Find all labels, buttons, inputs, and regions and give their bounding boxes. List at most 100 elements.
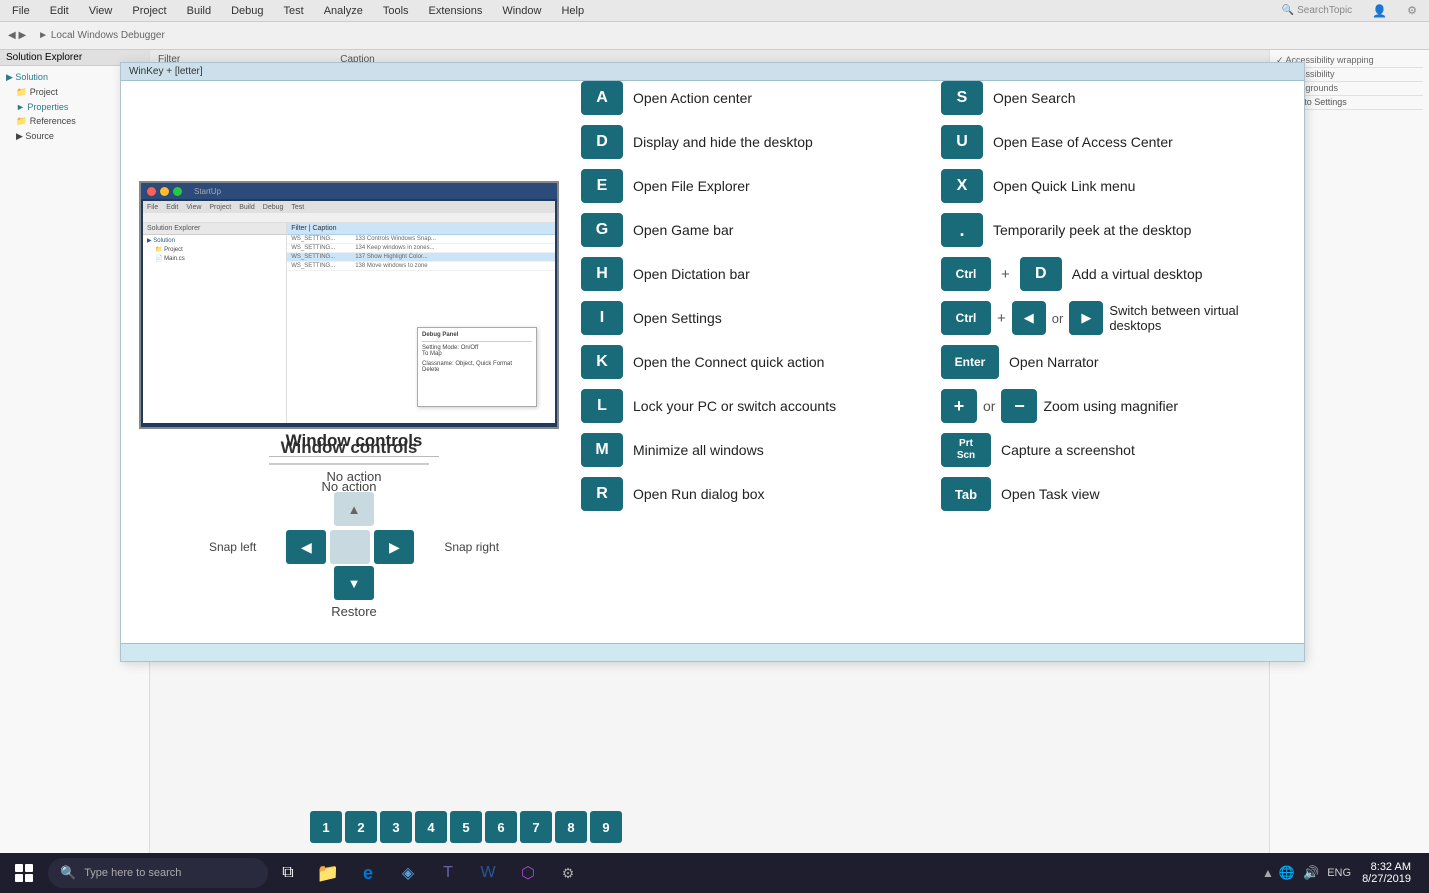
misc-taskbar-btn[interactable]: ⚙ (548, 853, 588, 893)
toolbar: ◀ ▶ ► Local Windows Debugger (0, 22, 1429, 50)
snap-right-label: Snap right (444, 540, 499, 554)
sc-sub-panel-content: Delete (422, 367, 532, 373)
menu-edit[interactable]: Edit (46, 3, 73, 19)
shortcut-H: H Open Dictation bar (581, 257, 901, 291)
sc-list-row-selected: WS_SETTING...137 Show Highlight Color... (287, 253, 555, 262)
volume-icon[interactable]: 🔊 (1300, 865, 1322, 881)
teams-icon: T (443, 864, 453, 882)
taskbar-search-icon: 🔍 (60, 865, 76, 881)
page-btn-5[interactable]: 5 (450, 811, 482, 843)
shortcut-row-4: G Open Game bar . Temporarily peek at th… (581, 213, 1291, 247)
vs-taskbar-btn[interactable]: ⬡ (508, 853, 548, 893)
key-L: L (581, 389, 623, 423)
page-btn-8[interactable]: 8 (555, 811, 587, 843)
shortcut-row-10: R Open Run dialog box Tab Open Task view (581, 477, 1291, 511)
start-button[interactable] (0, 853, 48, 893)
key-K: K (581, 345, 623, 379)
taskbar-search-box[interactable]: 🔍 Type here to search (48, 858, 268, 888)
menu-window[interactable]: Window (498, 3, 545, 19)
label-A: Open Action center (633, 90, 752, 106)
word-icon: W (480, 864, 495, 882)
shortcut-M: M Minimize all windows (581, 433, 901, 467)
maximize-btn (173, 187, 182, 196)
key-enter: Enter (941, 345, 999, 379)
word-taskbar-btn[interactable]: W (468, 853, 508, 893)
page-btn-2[interactable]: 2 (345, 811, 377, 843)
page-btn-9[interactable]: 9 (590, 811, 622, 843)
sc-sub-panel: Debug Panel Setting Mode: On/Off To Map … (417, 327, 537, 407)
edge-icon: e (363, 863, 373, 884)
snap-right-btn[interactable]: ▶ (374, 530, 414, 564)
clock-display[interactable]: 8:32 AM 8/27/2019 (1356, 861, 1417, 885)
sc-toolbar (143, 213, 555, 223)
snap-left-btn[interactable]: ◀ (286, 530, 326, 564)
label-period: Temporarily peek at the desktop (993, 222, 1191, 238)
page-btn-4[interactable]: 4 (415, 811, 447, 843)
menu-extensions[interactable]: Extensions (425, 3, 487, 19)
input-indicator[interactable]: ENG (1324, 867, 1354, 879)
file-explorer-taskbar-btn[interactable]: 📁 (308, 853, 348, 893)
key-D2: D (1020, 257, 1062, 291)
menu-file[interactable]: File (8, 3, 34, 19)
shortcut-zoom: + or − Zoom using magnifier (941, 389, 1261, 423)
shortcut-row-6: I Open Settings Ctrl + ◀ or ▶ Switch bet… (581, 301, 1291, 335)
settings-icon[interactable]: ⚙ (1403, 2, 1421, 19)
page-btn-7[interactable]: 7 (520, 811, 552, 843)
shortcut-row-8: L Lock your PC or switch accounts + or −… (581, 389, 1291, 423)
page-navigation: 1 2 3 4 5 6 7 8 9 (310, 811, 622, 843)
label-enter: Open Narrator (1009, 354, 1098, 370)
key-E: E (581, 169, 623, 203)
wc-no-action: No action (139, 469, 569, 484)
network-icon[interactable]: 🌐 (1276, 865, 1298, 881)
wc-title: Window controls (139, 431, 569, 451)
plus-sign-2: + (997, 310, 1006, 327)
label-I: Open Settings (633, 310, 722, 326)
sc-menubar: FileEditViewProjectBuildDebugTest (143, 201, 555, 213)
label-D: Display and hide the desktop (633, 134, 813, 150)
search-bar[interactable]: 🔍 SearchTopic (1278, 3, 1356, 18)
vs-code-taskbar-btn[interactable]: ◈ (388, 853, 428, 893)
sc-sub-panel-title: Debug Panel (422, 332, 532, 338)
shortcut-row-5: H Open Dictation bar Ctrl + D Add a virt… (581, 257, 1291, 291)
up-arrow-btn[interactable]: ▲ (334, 492, 374, 526)
label-S: Open Search (993, 90, 1076, 106)
restore-btn[interactable]: ▼ (334, 566, 374, 600)
shortcut-S: S Open Search (941, 81, 1261, 115)
shortcut-E: E Open File Explorer (581, 169, 901, 203)
teams-taskbar-btn[interactable]: T (428, 853, 468, 893)
page-btn-6[interactable]: 6 (485, 811, 517, 843)
center-btn (330, 530, 370, 564)
clock-date: 8/27/2019 (1362, 873, 1411, 885)
menu-tools[interactable]: Tools (379, 3, 413, 19)
sc-tree-panel: Solution Explorer ▶ Solution 📁 Project 📄… (143, 223, 287, 423)
sc-tree-header: Solution Explorer (143, 223, 286, 235)
shortcut-R: R Open Run dialog box (581, 477, 901, 511)
menu-analyze[interactable]: Analyze (320, 3, 367, 19)
menu-project[interactable]: Project (128, 3, 170, 19)
sc-list-row: WS_SETTING...138 Move windows to zone (287, 262, 555, 271)
or-text-2: or (983, 398, 995, 414)
sc-tree-item: 📄 Main.cs (147, 255, 282, 264)
key-period: . (941, 213, 983, 247)
menu-help[interactable]: Help (557, 3, 588, 19)
page-btn-3[interactable]: 3 (380, 811, 412, 843)
edge-taskbar-btn[interactable]: e (348, 853, 388, 893)
app-screenshot: StartUp FileEditViewProjectBuildDebugTes… (139, 181, 559, 429)
label-ctrl-d: Add a virtual desktop (1072, 266, 1203, 282)
menu-test[interactable]: Test (280, 3, 308, 19)
menu-view[interactable]: View (85, 3, 117, 19)
shortcut-row-1: A Open Action center S Open Search (581, 81, 1291, 115)
show-desktop-button[interactable] (1419, 853, 1425, 893)
key-right-arrow: ▶ (1069, 301, 1103, 335)
plus-sign-1: + (1001, 266, 1010, 283)
task-view-button[interactable]: ⧉ (268, 853, 308, 893)
shortcut-A: A Open Action center (581, 81, 901, 115)
menu-debug[interactable]: Debug (227, 3, 267, 19)
menu-build[interactable]: Build (183, 3, 215, 19)
page-btn-1[interactable]: 1 (310, 811, 342, 843)
sc-list-row: WS_SETTING...133 Controls Windows Snap..… (287, 235, 555, 244)
tray-chevron-icon[interactable]: ▲ (1262, 866, 1274, 880)
key-H: H (581, 257, 623, 291)
sc-list-header: Filter | Caption (287, 223, 555, 235)
win-logo-tr (25, 864, 33, 872)
